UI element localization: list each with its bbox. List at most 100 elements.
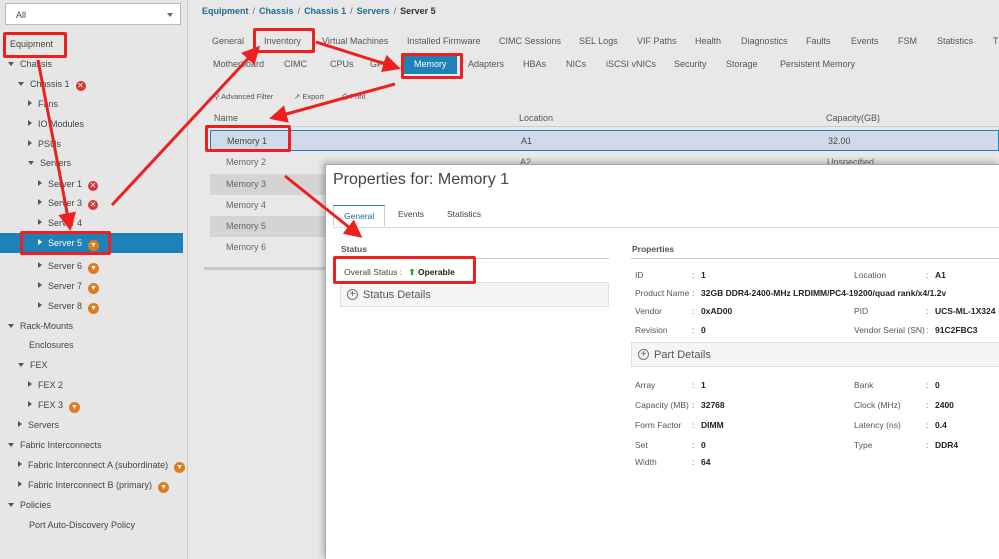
status-details-expander[interactable]: + Status Details [340, 282, 609, 307]
tab-motherboard[interactable]: Motherboard [213, 54, 264, 74]
tab-faults[interactable]: Faults [806, 31, 831, 51]
chevron-right-icon[interactable] [18, 481, 22, 487]
tree-item-fex-3[interactable]: FEX 3 ▼ [28, 395, 81, 415]
tree-item-port-auto-discovery[interactable]: Port Auto-Discovery Policy [29, 515, 135, 535]
tree-item-fex[interactable]: FEX [18, 355, 48, 375]
chevron-down-icon[interactable] [8, 443, 14, 447]
tab-virtual-machines[interactable]: Virtual Machines [322, 31, 388, 51]
tree-label: Port Auto-Discovery Policy [29, 520, 136, 530]
tab-gpus[interactable]: GPUs [370, 54, 394, 74]
tab-adapters[interactable]: Adapters [468, 54, 504, 74]
tab-hbas[interactable]: HBAs [523, 54, 546, 74]
tree-item-rack-mounts[interactable]: Rack-Mounts [8, 316, 73, 336]
tree-item-chassis-1[interactable]: Chassis 1 ✕ [18, 74, 86, 94]
chevron-right-icon[interactable] [38, 219, 42, 225]
chevron-down-icon[interactable] [8, 62, 14, 66]
tree-item-server-4[interactable]: Server 4 [38, 213, 82, 233]
prop-label-width: Width [635, 457, 657, 467]
chevron-right-icon[interactable] [28, 381, 32, 387]
tree-item-fans[interactable]: Fans [28, 94, 58, 114]
dialog-tab-events[interactable]: Events [398, 209, 424, 219]
advanced-filter-button[interactable]: ⚲ Advanced Filter [214, 92, 273, 101]
chevron-right-icon[interactable] [38, 282, 42, 288]
prop-value-vendor-serial: 91C2FBC3 [935, 325, 978, 335]
tab-vif-paths[interactable]: VIF Paths [637, 31, 677, 51]
cell-name: Memory 3 [226, 179, 267, 189]
tab-divider [333, 227, 999, 228]
print-button[interactable]: ⎙ Print [342, 92, 366, 102]
tree-item-fi-b[interactable]: Fabric Interconnect B (primary) ▼ [18, 475, 170, 495]
tab-diagnostics[interactable]: Diagnostics [741, 31, 788, 51]
tab-sel-logs[interactable]: SEL Logs [579, 31, 618, 51]
tree-item-server-3[interactable]: Server 3 ✕ [38, 193, 99, 213]
part-details-expander[interactable]: + Part Details [631, 342, 999, 367]
tree-item-fex-2[interactable]: FEX 2 [28, 375, 63, 395]
tree-item-enclosures[interactable]: Enclosures [29, 335, 74, 355]
breadcrumb-chassis[interactable]: Chassis [259, 6, 294, 16]
chevron-right-icon[interactable] [28, 401, 32, 407]
tab-general[interactable]: General [212, 31, 244, 51]
tree-item-servers[interactable]: Servers [28, 153, 71, 173]
tab-security[interactable]: Security [674, 54, 707, 74]
chevron-right-icon[interactable] [38, 199, 42, 205]
breadcrumb-chassis-1[interactable]: Chassis 1 [304, 6, 346, 16]
chevron-right-icon[interactable] [28, 140, 32, 146]
tree-item-io-modules[interactable]: IO Modules [28, 114, 84, 134]
prop-label-location: Location [854, 270, 887, 280]
tree-item-fabric-interconnects[interactable]: Fabric Interconnects [8, 435, 102, 455]
export-button[interactable]: ↗ Export [294, 92, 324, 101]
prop-value-vendor: 0xAD00 [701, 306, 733, 316]
tab-health[interactable]: Health [695, 31, 721, 51]
dialog-tab-general[interactable]: General [333, 205, 386, 226]
table-row[interactable]: Memory 1 A1 32.00 [210, 130, 999, 151]
tab-cimc-sessions[interactable]: CIMC Sessions [499, 31, 561, 51]
tab-events[interactable]: Events [851, 31, 879, 51]
dialog-title: Properties for: Memory 1 [333, 171, 510, 188]
dialog-tab-statistics[interactable]: Statistics [447, 209, 481, 219]
filter-select[interactable]: All [5, 3, 181, 25]
chevron-right-icon[interactable] [38, 180, 42, 186]
tree-item-psus[interactable]: PSUs [28, 134, 61, 154]
chevron-down-icon[interactable] [8, 503, 14, 507]
column-header-capacity[interactable]: Capacity(GB) [826, 110, 880, 127]
chevron-down-icon[interactable] [8, 324, 14, 328]
tab-fsm[interactable]: FSM [898, 31, 917, 51]
tab-installed-firmware[interactable]: Installed Firmware [407, 31, 481, 51]
chevron-right-icon[interactable] [18, 461, 22, 467]
tree-item-server-1[interactable]: Server 1 ✕ [38, 174, 99, 194]
tab-cpus[interactable]: CPUs [330, 54, 354, 74]
tree-label: Fabric Interconnects [20, 440, 102, 450]
tree-label: Server 6 [48, 261, 83, 271]
chevron-right-icon[interactable] [28, 100, 32, 106]
tree-item-fi-a[interactable]: Fabric Interconnect A (subordinate) ▼ [18, 455, 186, 475]
breadcrumb-separator: / [252, 6, 256, 16]
chevron-right-icon[interactable] [28, 120, 32, 126]
cell-location: A1 [521, 136, 533, 146]
chevron-right-icon[interactable] [18, 421, 22, 427]
error-status-icon: ✕ [88, 181, 99, 191]
breadcrumb-servers[interactable]: Servers [357, 6, 390, 16]
prop-label-form-factor: Form Factor [635, 420, 682, 430]
prop-colon: : [692, 380, 695, 390]
tab-more[interactable]: T [993, 31, 999, 51]
column-header-location[interactable]: Location [519, 110, 553, 127]
tree-item-server-8[interactable]: Server 8 ▼ [38, 296, 100, 316]
chevron-down-icon[interactable] [28, 161, 34, 165]
tab-nics[interactable]: NICs [566, 54, 586, 74]
tab-statistics[interactable]: Statistics [937, 31, 973, 51]
tab-storage[interactable]: Storage [726, 54, 758, 74]
chevron-down-icon[interactable] [18, 363, 24, 367]
tree-item-policies[interactable]: Policies [8, 495, 51, 515]
tab-persistent-memory[interactable]: Persistent Memory [780, 54, 855, 74]
chevron-right-icon[interactable] [38, 302, 42, 308]
tree-item-server-6[interactable]: Server 6 ▼ [38, 256, 100, 276]
tree-item-rack-servers[interactable]: Servers [18, 415, 59, 435]
tab-cimc[interactable]: CIMC [284, 54, 307, 74]
breadcrumb-equipment[interactable]: Equipment [202, 6, 249, 16]
chevron-down-icon[interactable] [18, 82, 24, 86]
tab-iscsi-vnics[interactable]: iSCSI vNICs [606, 54, 656, 74]
tree-label: Server 1 [48, 179, 83, 189]
chevron-right-icon[interactable] [38, 262, 42, 268]
tree-label: Server 4 [48, 218, 83, 228]
tree-item-server-7[interactable]: Server 7 ▼ [38, 276, 100, 296]
